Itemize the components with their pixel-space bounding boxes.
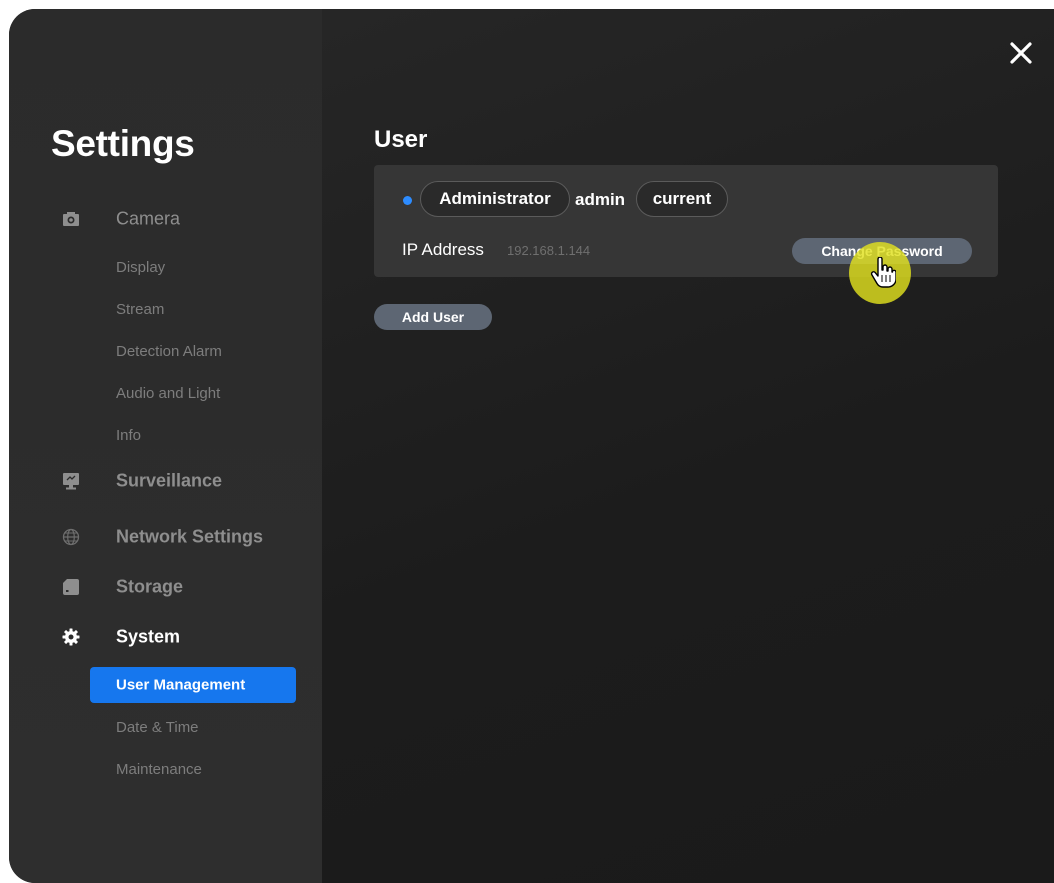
ip-address-label: IP Address (402, 240, 484, 259)
change-password-button[interactable]: Change Password (792, 238, 972, 264)
status-dot (403, 196, 412, 205)
ip-address-value: 192.168.1.144 (507, 243, 591, 258)
current-badge: current (636, 181, 728, 217)
sidebar-subitem-user-management[interactable]: User Management (90, 667, 296, 703)
sidebar-item-label: Camera (116, 208, 181, 229)
main-panel: User Administrator admin current IP Addr… (322, 9, 1054, 883)
role-badge: Administrator (420, 181, 570, 217)
sidebar-item-label: System (116, 626, 181, 647)
sidebar-subitem-label: User Management (116, 676, 246, 694)
sidebar-subitem-detection-alarm[interactable]: Detection Alarm (116, 343, 222, 360)
sidebar-subitem-audio-light[interactable]: Audio and Light (116, 385, 220, 402)
user-card: Administrator admin current IP Address 1… (374, 165, 998, 277)
sidebar-item-storage[interactable]: Storage (9, 570, 322, 604)
sidebar-item-label: Network Settings (116, 526, 264, 547)
sidebar-item-network-settings[interactable]: Network Settings (9, 520, 322, 554)
add-user-button[interactable]: Add User (374, 304, 492, 330)
globe-icon (62, 528, 80, 546)
sidebar-item-camera[interactable]: Camera (9, 202, 322, 236)
settings-window: Settings Camera Display Stream Detection… (9, 9, 1054, 883)
gear-icon (62, 628, 80, 646)
sidebar-subitem-stream[interactable]: Stream (116, 301, 164, 318)
sidebar-item-label: Surveillance (116, 470, 223, 491)
sidebar-item-system[interactable]: System (9, 620, 322, 654)
monitor-icon (63, 473, 79, 490)
section-title: User (374, 126, 428, 153)
sidebar: Settings Camera Display Stream Detection… (9, 9, 322, 883)
sidebar-item-surveillance[interactable]: Surveillance (9, 464, 322, 498)
sidebar-subitem-display[interactable]: Display (116, 259, 165, 276)
camera-icon (63, 212, 79, 226)
close-icon[interactable] (1008, 40, 1034, 66)
sidebar-subitem-date-time[interactable]: Date & Time (116, 719, 199, 736)
sd-card-icon (63, 579, 79, 595)
sidebar-subitem-info[interactable]: Info (116, 427, 141, 444)
username: admin (575, 190, 626, 209)
sidebar-subitem-maintenance[interactable]: Maintenance (116, 761, 202, 778)
sidebar-item-label: Storage (116, 576, 184, 597)
settings-title: Settings (51, 123, 195, 164)
